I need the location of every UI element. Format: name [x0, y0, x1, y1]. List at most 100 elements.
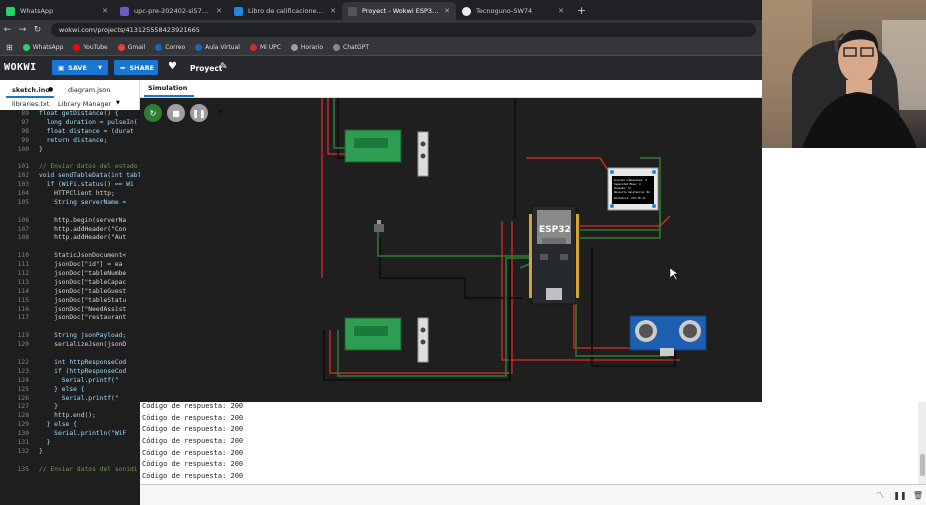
simulation-canvas[interactable]: ESP32 Ingrese Comensales: 4 Capacidad Me… [140, 98, 762, 402]
bookmark-item[interactable]: Correo [155, 44, 185, 51]
code-line: 126 Serial.printf(" [0, 395, 140, 404]
close-icon[interactable]: ✕ [330, 7, 336, 15]
bookmark-label: Mi UPC [259, 44, 281, 51]
code-line: 124 Serial.printf(" [0, 377, 140, 386]
browser-tab-active[interactable]: Proyect - Wokwi ESP32, STM32, ✕ [342, 2, 456, 20]
line-number: 130 [17, 430, 29, 438]
line-number: 108 [17, 234, 29, 242]
line-number: 126 [17, 394, 29, 402]
bookmark-item[interactable]: YouTube [73, 44, 108, 51]
close-icon[interactable]: ✕ [558, 7, 564, 15]
save-icon: ▣ [58, 63, 65, 72]
code-line: 114 jsonDoc["tableGuest [0, 288, 140, 297]
tab-simulation[interactable]: Simulation [148, 84, 187, 92]
code-text: } else { [39, 421, 77, 429]
ultrasonic-sensor[interactable] [629, 315, 707, 356]
bookmark-item[interactable]: ChatGPT [333, 44, 369, 51]
code-text: return distance; [39, 136, 108, 144]
wokwi-logo[interactable]: WOKWI [4, 62, 37, 73]
stop-simulation-button[interactable]: ■ [167, 104, 185, 122]
code-line: 135 // Enviar datos del sonidi [0, 466, 140, 475]
chevron-down-icon[interactable]: ▼ [98, 65, 102, 71]
line-number: 105 [17, 198, 29, 206]
code-text: http.addHeader("Con [39, 225, 127, 233]
reload-icon[interactable]: ↻ [30, 25, 45, 35]
serial-scrollbar-thumb[interactable] [920, 454, 925, 476]
bookmark-item[interactable]: WhatsApp [22, 44, 64, 51]
pause-serial-button[interactable]: ❚❚ [892, 487, 908, 503]
browser-tab[interactable]: upc-pre-202402-si572-sw74-lo ✕ [114, 2, 228, 20]
serial-output-line: Código de respuesta: 200 [142, 460, 244, 469]
browser-tab[interactable]: Libro de calificaciones / Taller d ✕ [228, 2, 342, 20]
chevron-down-icon[interactable]: ▼ [218, 108, 223, 116]
browser-tab[interactable]: Tecnoguno-SW74 ✕ [456, 2, 570, 20]
code-line: 123 if (httpResponseCod [0, 368, 140, 377]
new-tab-button[interactable]: + [570, 2, 593, 20]
bookmark-label: Gmail [127, 44, 146, 51]
code-editor[interactable]: 89 float getDistance() {97 long duration … [0, 110, 140, 505]
back-icon[interactable]: ← [0, 25, 15, 35]
tab-sketch[interactable]: sketch.ino [12, 86, 50, 94]
share-label: SHARE [129, 63, 155, 72]
code-line: 113 jsonDoc["tableCapac [0, 279, 140, 288]
forward-icon[interactable]: → [15, 25, 30, 35]
bookmark-item[interactable]: Horario [290, 44, 323, 51]
url-text: wokwi.com/projects/413125558423921665 [59, 26, 200, 34]
serial-output-line: Código de respuesta: 200 [142, 448, 244, 457]
bookmark-label: Correo [165, 44, 186, 51]
serial-input[interactable] [144, 488, 864, 502]
close-icon[interactable]: ✕ [444, 7, 450, 15]
pencil-icon[interactable]: ✎ [220, 62, 228, 72]
save-label: SAVE [68, 63, 87, 72]
tab-title: upc-pre-202402-si572-sw74-lo [134, 7, 211, 15]
unsaved-dot-icon: ● [48, 86, 54, 93]
serial-output-line: Código de respuesta: 200 [142, 425, 244, 434]
gmail-icon [117, 44, 125, 51]
browser-tab[interactable]: WhatsApp ✕ [0, 2, 114, 20]
tab-diagram[interactable]: diagram.json [68, 86, 110, 94]
pause-simulation-button[interactable]: ❚❚ [190, 104, 208, 122]
push-button[interactable] [374, 220, 384, 232]
plotter-button[interactable]: 〽 [872, 487, 888, 503]
line-number: 123 [17, 367, 29, 375]
pir-sensor-bottom[interactable] [344, 317, 429, 363]
code-line: 127 } [0, 403, 140, 412]
esp32-board[interactable] [531, 205, 577, 305]
line-number: 120 [17, 341, 29, 349]
restart-icon: ↻ [149, 108, 157, 118]
save-button[interactable]: ▣ SAVE ▼ [52, 60, 108, 75]
tab-library-manager[interactable]: Library Manager [58, 100, 111, 108]
svg-text:Ocupado: Si: Ocupado: Si [614, 186, 632, 190]
code-text: long duration = pulseIn( [39, 118, 138, 126]
apps-grid-icon[interactable]: ⊞ [6, 43, 13, 52]
line-number: 131 [17, 438, 29, 446]
url-bar[interactable]: wokwi.com/projects/413125558423921665 [51, 23, 756, 37]
code-text: if (WiFi.status() == Wi [39, 181, 134, 189]
pir-sensor-top[interactable] [344, 129, 429, 177]
tab-libraries[interactable]: libraries.txt [12, 100, 49, 108]
chevron-down-icon[interactable]: ▼ [116, 100, 120, 106]
bookmark-label: WhatsApp [32, 44, 64, 51]
line-number: 107 [17, 225, 29, 233]
clear-serial-button[interactable]: 🗑 [910, 487, 926, 503]
share-button[interactable]: ➦ SHARE [114, 60, 158, 75]
close-icon[interactable]: ✕ [216, 7, 222, 15]
trash-icon: 🗑 [912, 490, 924, 500]
line-number: 128 [17, 412, 29, 420]
close-icon[interactable]: ✕ [102, 7, 108, 15]
github-icon [462, 6, 471, 16]
code-text: http.addHeader("Aut [39, 234, 127, 242]
code-text: String jsonPayload; [39, 332, 127, 340]
bookmark-item[interactable]: Aula Virtual [195, 44, 240, 51]
bookmark-item[interactable]: Gmail [117, 44, 146, 51]
heart-icon[interactable]: ♥ [168, 61, 177, 72]
restart-simulation-button[interactable]: ↻ [144, 104, 162, 122]
line-number: 127 [17, 403, 29, 411]
code-text: HTTPClient http; [39, 190, 115, 198]
line-number: 104 [17, 190, 29, 198]
bookmark-item[interactable]: Mi UPC [249, 44, 281, 51]
code-text: float distance = (durat [39, 127, 134, 135]
line-number: 115 [17, 296, 29, 304]
